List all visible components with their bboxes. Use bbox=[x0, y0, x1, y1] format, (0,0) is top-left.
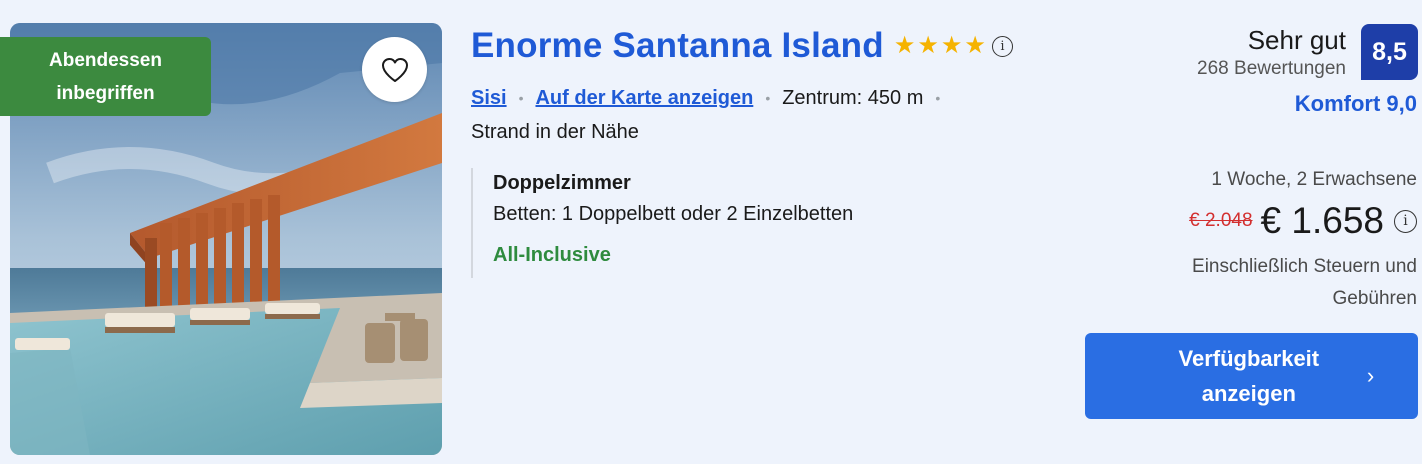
separator-dot: • bbox=[518, 90, 524, 106]
location-link[interactable]: Sisi bbox=[471, 87, 507, 110]
rating-summary: Sehr gut 268 Bewertungen bbox=[1197, 24, 1346, 80]
title-row: Enorme Santanna Island ★ ★ ★ ★ i bbox=[471, 24, 1013, 68]
price-row: € 2.048 € 1.658 i bbox=[1189, 198, 1417, 244]
bed-config: Betten: 1 Doppelbett oder 2 Einzelbetten bbox=[493, 203, 854, 225]
room-info: Doppelzimmer Betten: 1 Doppelbett oder 2… bbox=[471, 168, 853, 278]
star-rating: ★ ★ ★ ★ bbox=[894, 34, 986, 58]
separator-dot: • bbox=[935, 90, 941, 106]
old-price: € 2.048 bbox=[1189, 210, 1253, 231]
center-distance: Zentrum: 450 m bbox=[782, 86, 924, 109]
cta-label-line2: anzeigen bbox=[1201, 381, 1296, 406]
score-badge: 8,5 bbox=[1361, 24, 1418, 80]
beach-nearby: Strand in der Nähe bbox=[471, 121, 639, 143]
room-type: Doppelzimmer bbox=[493, 172, 631, 194]
meal-badge: Abendessen inbegriffen bbox=[0, 37, 211, 116]
star-icon: ★ bbox=[964, 32, 986, 59]
current-price: € 1.658 bbox=[1260, 200, 1384, 241]
cta-label-line1: Verfügbarkeit bbox=[1178, 346, 1320, 371]
star-icon: ★ bbox=[893, 32, 916, 59]
rating-word: Sehr gut bbox=[1247, 25, 1346, 55]
hotel-card: Abendessen inbegriffen Enorme Santanna I… bbox=[0, 0, 1422, 464]
comfort-score: Komfort 9,0 bbox=[1294, 91, 1417, 116]
favorite-button[interactable] bbox=[362, 37, 427, 102]
tax-note: Einschließlich Steuern und Gebühren bbox=[1192, 256, 1417, 309]
cta-label: Verfügbarkeit anzeigen bbox=[1149, 341, 1349, 411]
chevron-right-icon: › bbox=[1366, 363, 1375, 388]
star-icon: ★ bbox=[917, 32, 939, 59]
board-type: All-Inclusive bbox=[493, 244, 611, 266]
info-circle-icon[interactable]: i bbox=[991, 35, 1013, 57]
info-circle-icon[interactable]: i bbox=[1394, 209, 1417, 233]
stay-duration: 1 Woche, 2 Erwachsene bbox=[1211, 169, 1417, 190]
separator-dot: • bbox=[765, 90, 771, 106]
location-row: Sisi • Auf der Karte anzeigen • Zentrum:… bbox=[471, 84, 952, 112]
heart-outline-icon bbox=[381, 57, 408, 82]
hotel-title-link[interactable]: Enorme Santanna Island bbox=[471, 26, 884, 66]
show-availability-button[interactable]: Verfügbarkeit anzeigen › bbox=[1085, 333, 1418, 419]
meal-badge-line1: Abendessen bbox=[49, 49, 162, 71]
review-count: 268 Bewertungen bbox=[1197, 58, 1346, 79]
show-on-map-link[interactable]: Auf der Karte anzeigen bbox=[535, 87, 753, 110]
star-icon: ★ bbox=[940, 32, 963, 59]
meal-badge-line2: inbegriffen bbox=[56, 82, 155, 104]
